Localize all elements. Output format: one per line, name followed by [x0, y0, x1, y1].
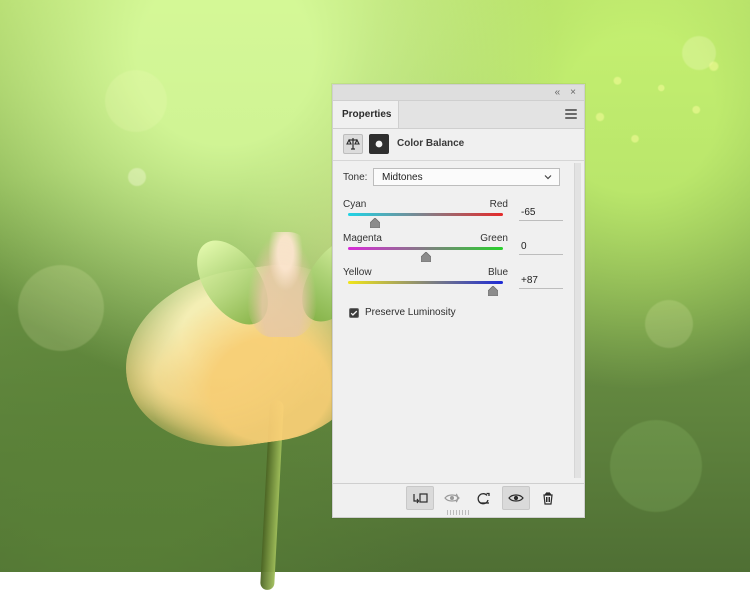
slider-right-label: Red	[489, 199, 508, 210]
slider-left-label: Cyan	[343, 199, 367, 210]
slider-labels: Yellow Blue	[343, 267, 508, 279]
slider-thumb[interactable]	[370, 218, 381, 228]
double-chevron-icon[interactable]: «	[555, 87, 561, 98]
visibility-button[interactable]	[502, 486, 530, 510]
slider-labels: Magenta Green	[343, 233, 508, 245]
bokeh-light	[645, 300, 693, 348]
slider-left-label: Magenta	[343, 233, 382, 244]
slider-track[interactable]	[348, 213, 503, 216]
bottom-toolbar	[406, 486, 562, 510]
resize-grip[interactable]	[447, 510, 469, 515]
slider-labels: Cyan Red	[343, 199, 508, 211]
chevron-down-icon	[544, 175, 552, 180]
bokeh-light	[610, 420, 702, 512]
slider-value[interactable]: +87	[519, 273, 563, 289]
slider-magenta-green: Magenta Green 0	[343, 233, 573, 267]
properties-panel: « × Properties Color Balance Tone: Midto…	[332, 84, 585, 518]
clip-to-layer-button[interactable]	[406, 486, 434, 510]
delete-button[interactable]	[534, 486, 562, 510]
adjustment-header: Color Balance	[333, 129, 584, 161]
panel-scrollbar[interactable]	[574, 163, 581, 478]
tab-label: Properties	[342, 109, 392, 120]
panel-titlebar: « ×	[333, 85, 584, 101]
reset-button[interactable]	[470, 486, 498, 510]
check-icon	[350, 310, 358, 316]
panel-window-controls: « ×	[555, 87, 576, 98]
mask-icon[interactable]	[369, 134, 389, 154]
tone-select[interactable]: Midtones	[373, 168, 560, 186]
slider-thumb[interactable]	[420, 252, 431, 262]
slider-track[interactable]	[348, 247, 503, 250]
slider-left-label: Yellow	[343, 267, 372, 278]
hamburger-menu-icon[interactable]	[565, 109, 577, 119]
eye-icon	[508, 494, 524, 502]
slider-cyan-red: Cyan Red -65	[343, 199, 573, 233]
adjustment-title: Color Balance	[397, 138, 465, 149]
bokeh-light	[18, 265, 104, 351]
child-figure	[247, 232, 317, 337]
preserve-luminosity-label: Preserve Luminosity	[365, 307, 456, 318]
clip-to-layer-icon	[413, 493, 428, 504]
tone-row: Tone: Midtones	[343, 167, 573, 187]
bokeh-light	[128, 168, 146, 186]
view-previous-state-icon	[444, 493, 460, 503]
view-previous-button[interactable]	[438, 486, 466, 510]
balance-scale-icon[interactable]	[343, 134, 363, 154]
tab-properties[interactable]: Properties	[333, 101, 399, 128]
sparkle-particles	[565, 30, 740, 175]
slider-thumb[interactable]	[487, 286, 498, 296]
panel-tabs: Properties	[333, 101, 584, 129]
slider-yellow-blue: Yellow Blue +87	[343, 267, 573, 301]
tone-label: Tone:	[343, 171, 368, 183]
preserve-luminosity[interactable]: Preserve Luminosity	[349, 307, 456, 318]
slider-track[interactable]	[348, 281, 503, 284]
slider-right-label: Green	[480, 233, 508, 244]
slider-right-label: Blue	[487, 267, 508, 278]
trash-icon	[543, 492, 553, 505]
slider-value[interactable]: -65	[519, 205, 563, 221]
tone-select-value: Midtones	[382, 171, 423, 183]
bokeh-light	[105, 70, 167, 132]
panel-bottom-bar	[333, 483, 584, 517]
mask-icon	[372, 138, 386, 150]
close-icon[interactable]: ×	[570, 87, 576, 98]
slider-value[interactable]: 0	[519, 239, 563, 255]
reset-icon	[477, 492, 490, 505]
balance-scale-icon	[346, 138, 360, 150]
preserve-luminosity-checkbox[interactable]	[349, 307, 359, 318]
